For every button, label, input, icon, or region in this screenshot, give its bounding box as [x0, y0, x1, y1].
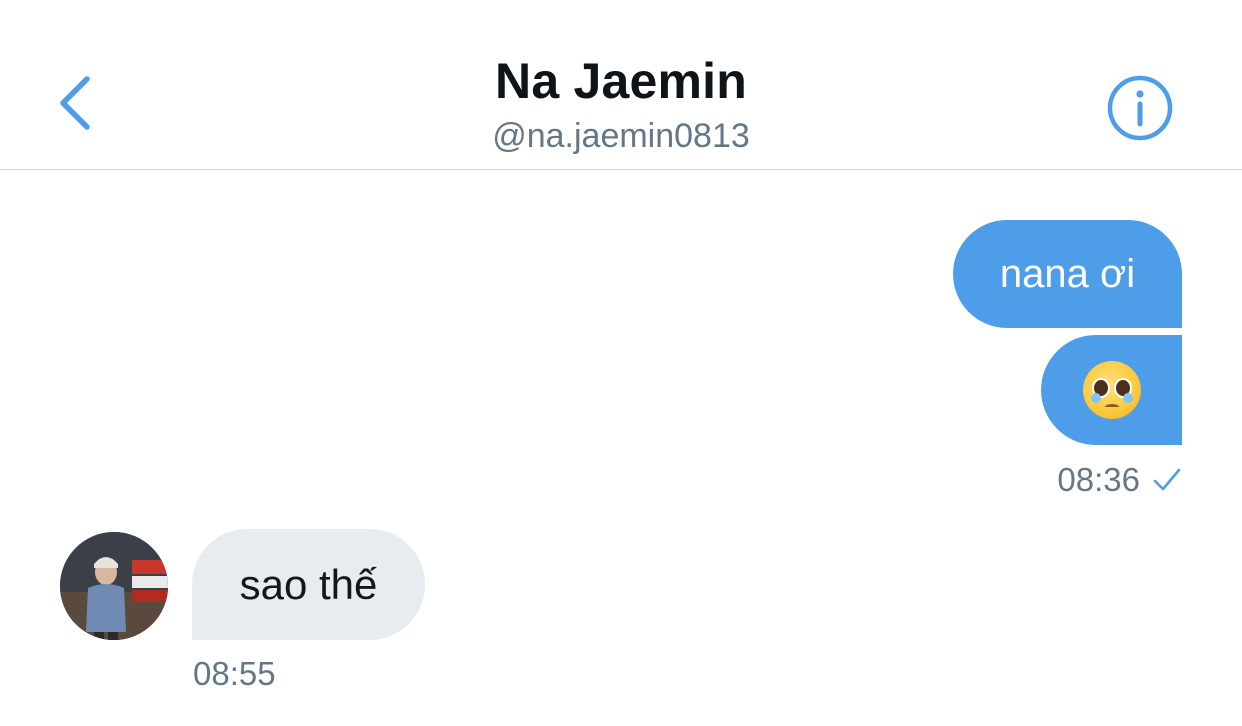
emoji-tear-left	[1090, 393, 1101, 403]
contact-name[interactable]: Na Jaemin	[0, 50, 1242, 112]
received-message-bubble[interactable]: sao thế	[192, 529, 425, 640]
emoji-mouth	[1104, 404, 1119, 410]
conversation-header: Na Jaemin @na.jaemin0813	[0, 0, 1242, 170]
contact-avatar[interactable]	[60, 532, 168, 640]
sent-message-meta: 08:36	[1000, 460, 1182, 500]
sent-message-text: nana ơi	[999, 251, 1136, 296]
pleading-face-emoji-icon	[1082, 361, 1141, 419]
sent-timestamp: 08:36	[1057, 461, 1140, 498]
received-message-meta: 08:55	[193, 654, 276, 694]
avatar-photo	[60, 532, 168, 640]
dm-conversation-screen: Na Jaemin @na.jaemin0813 nana ơi 08:36 s…	[0, 0, 1242, 726]
contact-handle: @na.jaemin0813	[492, 117, 750, 155]
info-button[interactable]	[1102, 70, 1178, 146]
checkmark-icon	[1152, 467, 1182, 493]
emoji-tear-right	[1122, 393, 1133, 403]
received-timestamp: 08:55	[193, 655, 276, 692]
conversation-title-block: Na Jaemin @na.jaemin0813	[0, 50, 1242, 158]
sent-message-bubble[interactable]: nana ơi	[953, 220, 1182, 328]
received-message-text: sao thế	[239, 560, 378, 608]
info-icon	[1107, 75, 1173, 141]
sent-emoji-bubble[interactable]	[1041, 335, 1182, 445]
